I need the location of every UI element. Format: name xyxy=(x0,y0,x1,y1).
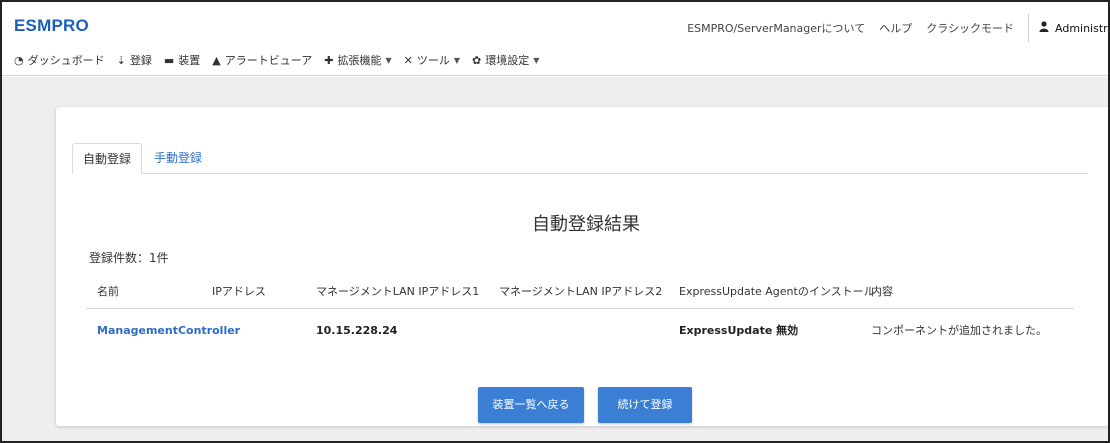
caret-down-icon: ▼ xyxy=(533,55,540,65)
user-menu[interactable]: Administrato xyxy=(1028,14,1108,42)
menu-extensions[interactable]: ✚ 拡張機能 ▼ xyxy=(324,52,391,68)
register-icon: ⇣ xyxy=(116,53,126,67)
header-links: ESMPRO/ServerManagerについて ヘルプ クラシックモード Ad… xyxy=(687,14,1108,42)
column-header: 名前 xyxy=(97,285,119,298)
classic-mode-link[interactable]: クラシックモード xyxy=(926,20,1014,36)
registration-card: 自動登録 手動登録 自動登録結果 登録件数：1件 名前 IPアドレス マネージメ… xyxy=(56,107,1108,426)
result-table: 名前 IPアドレス マネージメントLAN IPアドレス1 マネージメントLAN … xyxy=(86,275,1074,353)
column-header: ExpressUpdate Agentのインストール xyxy=(679,285,875,298)
menu-label: 環境設定 xyxy=(485,54,530,67)
page-title: 自動登録結果 xyxy=(532,214,640,235)
menu-device[interactable]: ▬ 装置 xyxy=(164,52,200,68)
dashboard-icon: ◔ xyxy=(14,53,24,67)
alert-icon: ▲ xyxy=(212,53,221,67)
registration-count: 登録件数：1件 xyxy=(89,251,169,265)
menu-label: 拡張機能 xyxy=(337,54,382,67)
caret-down-icon: ▼ xyxy=(453,55,461,65)
continue-registration-button[interactable]: 続けて登録 xyxy=(598,387,692,423)
help-link[interactable]: ヘルプ xyxy=(879,20,912,36)
tools-icon: ✕ xyxy=(403,53,413,67)
caret-down-icon: ▼ xyxy=(385,55,392,65)
top-navigation: ESMPRO ESMPRO/ServerManagerについて ヘルプ クラシッ… xyxy=(2,2,1108,76)
column-header: マネージメントLAN IPアドレス1 xyxy=(316,285,480,298)
menu-label: ダッシュボード xyxy=(27,54,105,67)
menu-label: ツール xyxy=(416,54,450,67)
about-link[interactable]: ESMPRO/ServerManagerについて xyxy=(687,20,865,36)
content-cell: コンポーネントが追加されました。 xyxy=(871,324,1047,337)
column-header: 内容 xyxy=(871,285,893,298)
tab-auto-registration[interactable]: 自動登録 xyxy=(72,143,143,174)
agent-install-cell: ExpressUpdate 無効 xyxy=(679,324,799,337)
table-row: ManagementController 10.15.228.24 Expres… xyxy=(86,309,1074,353)
menu-label: アラートビューア xyxy=(224,54,313,67)
brand-logo[interactable]: ESMPRO xyxy=(14,16,89,36)
main-content: 自動登録 手動登録 自動登録結果 登録件数：1件 名前 IPアドレス マネージメ… xyxy=(2,77,1108,441)
gear-icon: ✿ xyxy=(472,53,482,67)
tab-manual-registration[interactable]: 手動登録 xyxy=(144,143,212,174)
app-window: ESMPRO ESMPRO/ServerManagerについて ヘルプ クラシッ… xyxy=(0,0,1110,443)
user-icon xyxy=(1039,21,1049,35)
menu-label: 登録 xyxy=(129,54,152,67)
device-icon: ▬ xyxy=(163,53,175,67)
menu-dashboard[interactable]: ◔ ダッシュボード xyxy=(14,52,105,68)
plus-icon: ✚ xyxy=(324,53,334,67)
device-name-link[interactable]: ManagementController xyxy=(97,309,240,353)
column-header: マネージメントLAN IPアドレス2 xyxy=(499,285,663,298)
menu-label: 装置 xyxy=(178,54,201,67)
user-name: Administrato xyxy=(1055,21,1108,35)
menu-tools[interactable]: ✕ ツール ▼ xyxy=(404,52,460,68)
table-header: 名前 IPアドレス マネージメントLAN IPアドレス1 マネージメントLAN … xyxy=(86,275,1074,309)
menu-alert-viewer[interactable]: ▲ アラートビューア xyxy=(212,52,312,68)
back-to-device-list-button[interactable]: 装置一覧へ戻る xyxy=(478,387,584,423)
column-header: IPアドレス xyxy=(212,285,266,298)
registration-tabs: 自動登録 手動登録 xyxy=(72,143,1088,174)
menu-register[interactable]: ⇣ 登録 xyxy=(117,52,152,68)
mgmt-ip1-cell: 10.15.228.24 xyxy=(316,324,398,337)
menu-settings[interactable]: ✿ 環境設定 ▼ xyxy=(472,52,539,68)
main-menu: ◔ ダッシュボード ⇣ 登録 ▬ 装置 ▲ アラートビューア ✚ 拡張機能 ▼ … xyxy=(14,52,551,68)
